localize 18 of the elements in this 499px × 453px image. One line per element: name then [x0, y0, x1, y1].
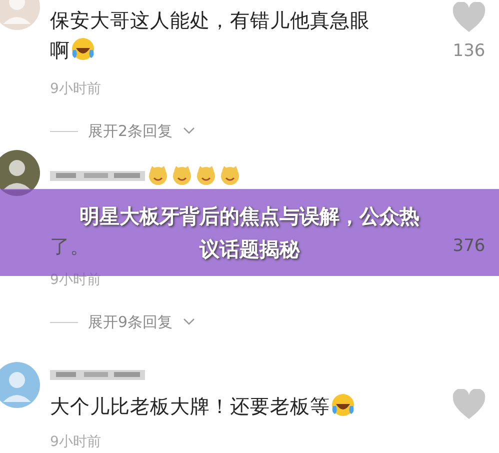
expand-replies-link[interactable]: 展开2条回复	[88, 120, 173, 142]
heart-icon[interactable]	[452, 2, 486, 33]
expand-replies-link[interactable]: 展开9条回复	[88, 311, 173, 333]
cat-emoji-icon	[219, 165, 241, 187]
like-count: 136	[452, 40, 486, 62]
cat-emoji-icon	[195, 165, 217, 187]
chevron-down-icon	[182, 318, 195, 326]
cat-emoji-icon	[171, 165, 193, 187]
chevron-down-icon	[182, 127, 195, 135]
avatar	[0, 362, 40, 408]
like-count: 376	[452, 235, 486, 257]
cat-emoji-icon	[147, 165, 169, 187]
comment-text: 保安大哥这人能处，有错儿他真急眼啊	[50, 9, 370, 62]
heart-icon[interactable]	[452, 389, 486, 420]
timestamp: 9小时前	[50, 271, 102, 290]
timestamp: 9小时前	[50, 80, 102, 99]
comment-text: 大个儿比老板大牌！还要老板等	[50, 395, 330, 418]
timestamp: 9小时前	[50, 433, 102, 452]
